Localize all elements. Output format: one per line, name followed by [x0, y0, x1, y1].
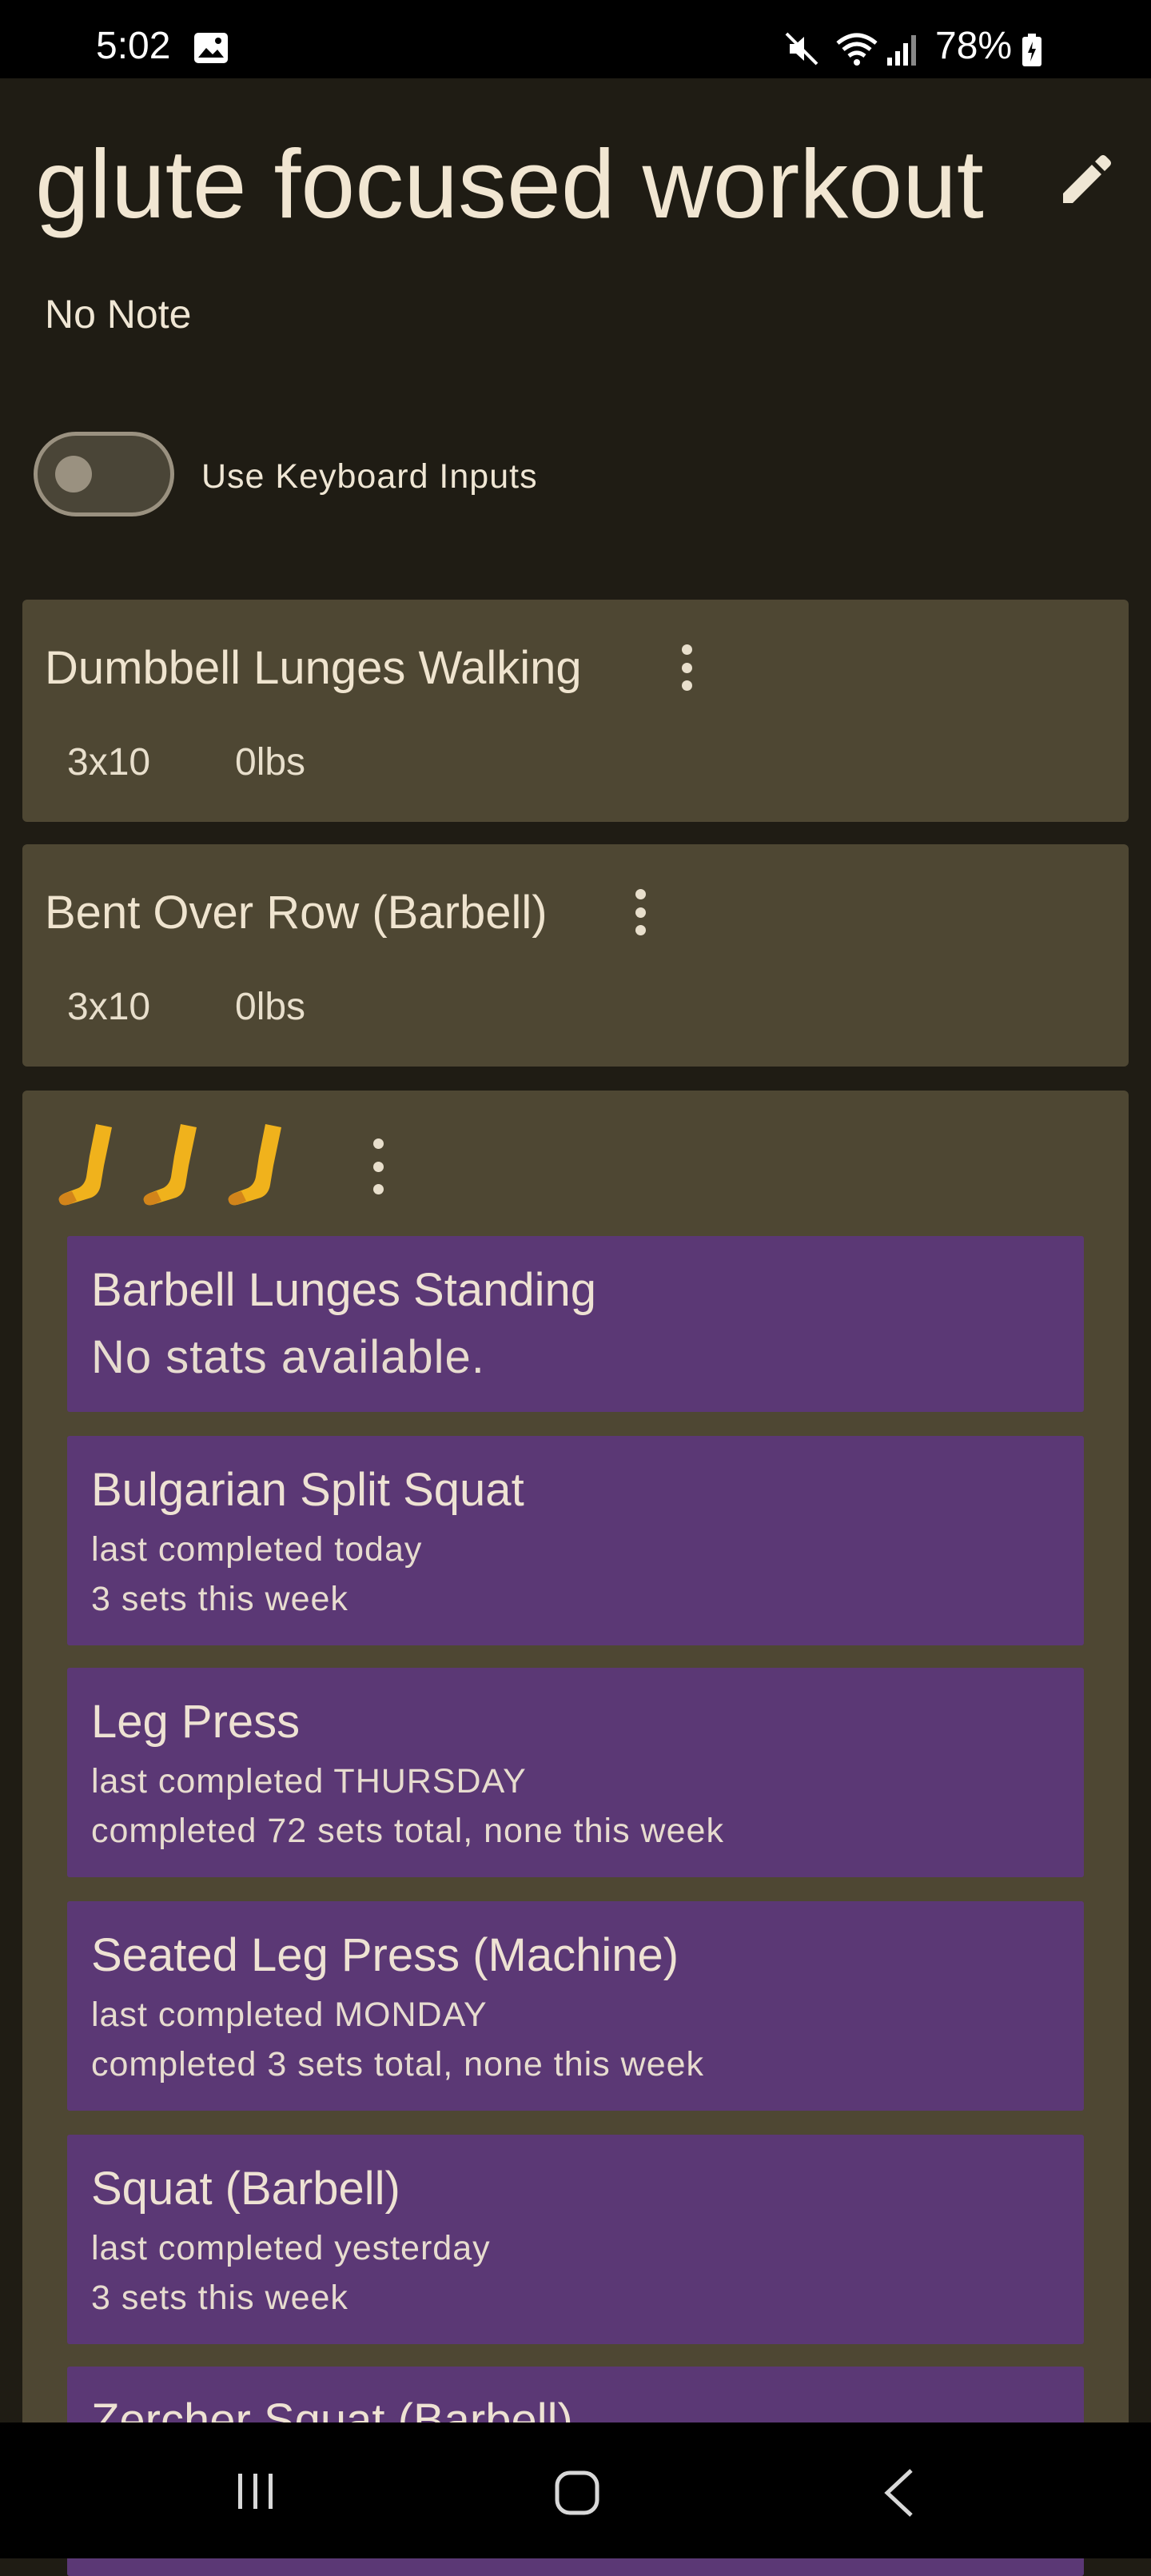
workout-note[interactable]: No Note: [45, 291, 191, 337]
edit-icon[interactable]: [1053, 149, 1117, 213]
system-nav-bar: [0, 2422, 1151, 2558]
suggestion-name: Leg Press: [91, 1696, 301, 1748]
group-menu-icon[interactable]: [366, 1134, 390, 1194]
exercise-suggestion[interactable]: Seated Leg Press (Machine) last complete…: [67, 1901, 1084, 2111]
suggestion-last-completed: last completed THURSDAY: [91, 1762, 527, 1800]
suggestion-name: Squat (Barbell): [91, 2163, 400, 2215]
exercise-suggestion[interactable]: Bulgarian Split Squat last completed tod…: [67, 1436, 1084, 1645]
exercise-weight: 0lbs: [235, 986, 306, 1028]
exercise-group-card[interactable]: Barbell Lunges Standing No stats availab…: [22, 1091, 1129, 2576]
status-time: 5:02: [96, 25, 171, 67]
signal-icon: [887, 35, 916, 66]
leg-icon: [58, 1124, 112, 1206]
suggestion-set-count: 3 sets this week: [91, 1580, 348, 1618]
suggestion-set-count: completed 3 sets total, none this week: [91, 2045, 705, 2084]
suggestion-set-count: 3 sets this week: [91, 2279, 348, 2317]
exercise-suggestion[interactable]: Squat (Barbell) last completed yesterday…: [67, 2135, 1084, 2344]
exercise-reps: 3x10: [67, 741, 151, 784]
suggestion-last-completed: last completed yesterday: [91, 2229, 491, 2267]
battery-icon: [1022, 34, 1041, 66]
exercise-name: Bent Over Row (Barbell): [45, 887, 548, 939]
exercise-name: Dumbbell Lunges Walking: [45, 642, 582, 694]
suggestion-set-count: completed 72 sets total, none this week: [91, 1812, 724, 1850]
exercise-menu-icon[interactable]: [628, 884, 652, 935]
recent-apps-icon[interactable]: [233, 2469, 278, 2514]
suggestion-last-completed: last completed MONDAY: [91, 1996, 488, 2034]
suggestion-name: Bulgarian Split Squat: [91, 1464, 524, 1516]
exercise-suggestion[interactable]: Leg Press last completed THURSDAY comple…: [67, 1668, 1084, 1877]
back-icon[interactable]: [881, 2467, 916, 2518]
exercise-card[interactable]: Dumbbell Lunges Walking 3x10 0lbs: [22, 600, 1129, 822]
leg-icon: [143, 1124, 197, 1206]
battery-percent: 78%: [935, 25, 1013, 67]
keyboard-input-toggle[interactable]: [34, 432, 174, 516]
suggestion-name: Barbell Lunges Standing: [91, 1264, 597, 1316]
suggestion-name: Seated Leg Press (Machine): [91, 1929, 679, 1981]
home-icon[interactable]: [553, 2469, 601, 2517]
exercise-card[interactable]: Bent Over Row (Barbell) 3x10 0lbs: [22, 844, 1129, 1067]
exercise-menu-icon[interactable]: [675, 640, 699, 691]
suggestion-last-completed: last completed today: [91, 1530, 423, 1569]
exercise-weight: 0lbs: [235, 741, 306, 784]
exercise-reps: 3x10: [67, 986, 151, 1028]
exercise-suggestion[interactable]: Barbell Lunges Standing No stats availab…: [67, 1236, 1084, 1412]
gallery-icon: [194, 33, 228, 63]
status-bar: 5:02 78%: [0, 0, 1151, 78]
page-title: glute focused workout: [35, 130, 984, 238]
leg-icon: [228, 1124, 281, 1206]
suggestion-stats: No stats available.: [91, 1331, 485, 1383]
mute-icon: [785, 32, 818, 66]
toggle-knob: [55, 456, 92, 492]
wifi-icon: [836, 33, 878, 66]
keyboard-input-label: Use Keyboard Inputs: [201, 457, 538, 496]
